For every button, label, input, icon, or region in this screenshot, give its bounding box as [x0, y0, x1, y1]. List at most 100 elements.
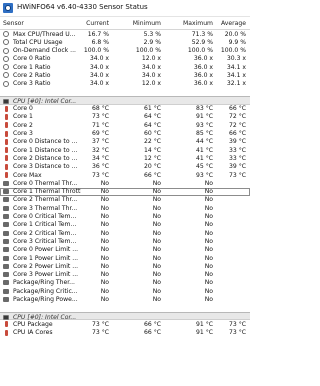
- sensor-row[interactable]: Core 3 Critical Tem... No No No: [0, 237, 250, 245]
- minimum-value: No: [152, 196, 161, 204]
- minimum-value: 100.0 %: [135, 47, 161, 55]
- minimum-value: 66 °C: [144, 329, 161, 337]
- sensor-table: Max CPU/Thread U... 16.7 % 5.3 % 71.3 % 20.0…: [0, 30, 250, 386]
- maximum-value: 83 °C: [196, 105, 213, 113]
- current-value: 37 °C: [92, 138, 109, 146]
- sensor-name: Core 2: [13, 121, 33, 129]
- sensor-name: Package/Ring Critic...: [13, 287, 78, 295]
- minimum-value: 66 °C: [144, 171, 161, 179]
- current-value: 100.0 %: [83, 47, 109, 55]
- current-value: 73 °C: [92, 171, 109, 179]
- maximum-value: No: [204, 279, 213, 287]
- sensor-row[interactable]: CPU IA Cores 73 °C 66 °C 91 °C 73 °C: [0, 329, 250, 337]
- thermometer-icon: [5, 122, 8, 129]
- minimum-value: No: [152, 296, 161, 303]
- hwinfo-app-icon: [3, 3, 13, 13]
- sensor-name: Core 0 Power Limit ...: [13, 246, 79, 254]
- maximum-value: No: [204, 229, 213, 237]
- current-value: No: [100, 271, 109, 279]
- sensor-row[interactable]: Core 0 68 °C 61 °C 83 °C 66 °C: [0, 105, 250, 113]
- current-value: 34.0 x: [89, 71, 109, 79]
- sensor-row[interactable]: Package/Ring Ther... No No No: [0, 279, 250, 287]
- sensor-row[interactable]: Core 2 Power Limit ... No No No: [0, 262, 250, 270]
- status-icon: [3, 197, 9, 203]
- sensor-row[interactable]: Core 0 Critical Tem... No No No: [0, 213, 250, 221]
- minimum-value: 12 °C: [144, 154, 161, 162]
- sensor-row[interactable]: Core 1 Thermal Throttling No No No: [0, 187, 250, 196]
- current-value: 73 °C: [92, 113, 109, 121]
- maximum-value: 91 °C: [196, 329, 213, 337]
- sensor-row[interactable]: Core 3 Ratio 34.0 x 12.0 x 36.0 x 32.1 x: [0, 80, 250, 88]
- minimum-value: 64 °C: [144, 113, 161, 121]
- sensor-row[interactable]: Max CPU/Thread U... 16.7 % 5.3 % 71.3 % 20.0…: [0, 30, 250, 38]
- sensor-row[interactable]: Core 1 Power Limit ... No No No: [0, 254, 250, 262]
- average-value: 66 °C: [229, 105, 246, 113]
- minimum-value: No: [152, 271, 161, 279]
- sensor-group-header[interactable]: CPU [#0]: Intel Cor...: [0, 96, 250, 105]
- status-icon: [3, 263, 9, 269]
- sensor-row[interactable]: Core 2 Ratio 34.0 x 34.0 x 36.0 x 34.1 x: [0, 71, 250, 79]
- maximum-value: No: [204, 213, 213, 221]
- sensor-row[interactable]: Core 1 Distance to ... 32 °C 14 °C 41 °C 33 …: [0, 146, 250, 154]
- sensor-row[interactable]: Package/Ring Powe... No No No: [0, 296, 250, 304]
- current-value: 73 °C: [92, 329, 109, 337]
- sensor-name: Core 2 Critical Tem...: [13, 229, 77, 237]
- sensor-row[interactable]: Core 1 73 °C 64 °C 91 °C 72 °C: [0, 113, 250, 121]
- sensor-row[interactable]: Core 2 71 °C 64 °C 93 °C 72 °C: [0, 121, 250, 129]
- column-header-maximum[interactable]: Maximum: [183, 20, 213, 27]
- sensor-group-header[interactable]: CPU [#0]: Intel Cor...: [0, 312, 250, 321]
- status-icon: [3, 230, 9, 236]
- sensor-row[interactable]: Package/Ring Critic... No No No: [0, 287, 250, 295]
- sensor-name: CPU IA Cores: [13, 329, 53, 337]
- maximum-value: No: [204, 287, 213, 295]
- average-value: 72 °C: [229, 121, 246, 129]
- sensor-row[interactable]: Core 2 Distance to ... 34 °C 12 °C 41 °C 33 …: [0, 154, 250, 162]
- minimum-value: No: [152, 179, 161, 187]
- average-value: 34.1 x: [226, 63, 246, 71]
- column-header-minimum[interactable]: Minimum: [133, 20, 161, 27]
- current-value: 34 °C: [92, 154, 109, 162]
- average-value: 66 °C: [229, 130, 246, 138]
- minimum-value: No: [152, 287, 161, 295]
- maximum-value: No: [204, 221, 213, 229]
- sensor-row[interactable]: Core 1 Ratio 34.0 x 34.0 x 36.0 x 34.1 x: [0, 63, 250, 71]
- sensor-row[interactable]: Core 0 Thermal Thr... No No No: [0, 179, 250, 187]
- sensor-row[interactable]: Core 3 Thermal Thr... No No No: [0, 204, 250, 212]
- maximum-value: No: [204, 262, 213, 270]
- maximum-value: No: [204, 204, 213, 212]
- sensor-name: Core 1 Thermal Throttling: [13, 188, 81, 196]
- sensor-row[interactable]: Core 0 Ratio 34.0 x 12.0 x 36.0 x 30.3 x: [0, 55, 250, 63]
- minimum-value: No: [152, 188, 161, 196]
- sensor-row[interactable]: Core Max 73 °C 66 °C 93 °C 73 °C: [0, 171, 250, 179]
- column-header-average[interactable]: Average: [221, 20, 246, 27]
- current-value: No: [100, 262, 109, 270]
- current-value: No: [100, 188, 109, 196]
- sensor-row[interactable]: Core 1 Critical Tem... No No No: [0, 221, 250, 229]
- current-value: 34.0 x: [89, 63, 109, 71]
- sensor-row[interactable]: Core 2 Thermal Thr... No No No: [0, 196, 250, 204]
- sensor-row[interactable]: On-Demand Clock ... 100.0 % 100.0 % 100.0 %…: [0, 47, 250, 55]
- sensor-row[interactable]: Core 3 69 °C 60 °C 85 °C 66 °C: [0, 130, 250, 138]
- column-header-current[interactable]: Current: [86, 20, 109, 27]
- current-value: 34.0 x: [89, 55, 109, 63]
- maximum-value: 52.9 %: [191, 38, 213, 46]
- sensor-name: Core 1: [13, 113, 33, 121]
- column-header-sensor[interactable]: Sensor: [3, 20, 24, 27]
- maximum-value: No: [204, 179, 213, 187]
- sensor-row[interactable]: Core 3 Power Limit ... No No No: [0, 271, 250, 279]
- sensor-name: On-Demand Clock ...: [13, 47, 76, 55]
- row-separator: [0, 304, 250, 312]
- average-value: 20.0 %: [224, 30, 246, 38]
- sensor-row[interactable]: Core 0 Distance to ... 37 °C 22 °C 44 °C 39 …: [0, 138, 250, 146]
- sensor-row[interactable]: Total CPU Usage 6.8 % 2.9 % 52.9 % 9.9 %: [0, 38, 250, 46]
- sensor-row[interactable]: CPU Package 73 °C 66 °C 91 °C 73 °C: [0, 320, 250, 328]
- sensor-row[interactable]: Core 3 Distance to ... 36 °C 20 °C 45 °C 39 …: [0, 163, 250, 171]
- sensor-row[interactable]: Core 2 Critical Tem... No No No: [0, 229, 250, 237]
- minimum-value: No: [152, 262, 161, 270]
- average-value: 73 °C: [229, 171, 246, 179]
- sensor-row[interactable]: Core 0 Power Limit ... No No No: [0, 246, 250, 254]
- current-value: No: [100, 287, 109, 295]
- thermometer-icon: [5, 105, 8, 112]
- current-value: 68 °C: [92, 105, 109, 113]
- maximum-value: 36.0 x: [193, 63, 213, 71]
